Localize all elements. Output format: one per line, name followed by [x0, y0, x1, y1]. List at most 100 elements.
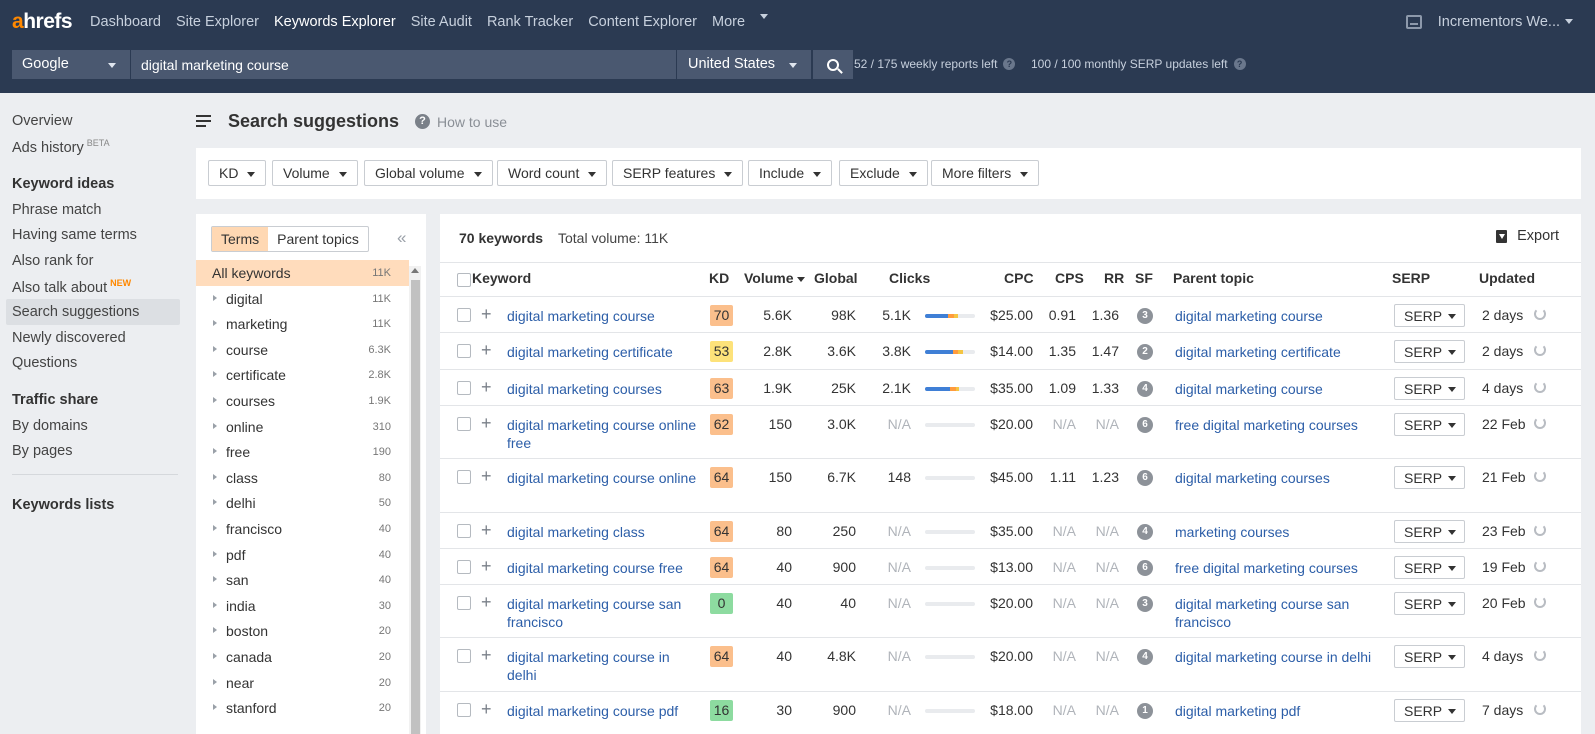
- col-serp[interactable]: SERP: [1392, 270, 1430, 286]
- term-item[interactable]: india 30: [196, 593, 409, 619]
- expand-arrow-icon[interactable]: [213, 704, 217, 711]
- search-button[interactable]: [813, 50, 853, 79]
- help-icon[interactable]: ?: [415, 114, 430, 129]
- filter-exclude[interactable]: Exclude: [839, 160, 928, 186]
- nav-link-content-explorer[interactable]: Content Explorer: [588, 14, 697, 30]
- country-select[interactable]: United States: [677, 50, 811, 79]
- sidebar-item-overview[interactable]: Overview: [12, 113, 72, 129]
- col-sf[interactable]: SF: [1135, 270, 1153, 286]
- term-item[interactable]: stanford 20: [196, 695, 409, 721]
- keyword-link[interactable]: digital marketing course online: [507, 469, 697, 487]
- sidebar-item-keywords-lists[interactable]: Keywords lists: [12, 497, 114, 513]
- add-to-list-icon[interactable]: +: [481, 378, 492, 396]
- term-item[interactable]: marketing 11K: [196, 311, 409, 337]
- term-item[interactable]: course 6.3K: [196, 337, 409, 363]
- col-global[interactable]: Global: [814, 270, 858, 286]
- add-to-list-icon[interactable]: +: [481, 414, 492, 432]
- nav-link-more[interactable]: More: [712, 14, 745, 30]
- add-to-list-icon[interactable]: +: [481, 557, 492, 575]
- export-button[interactable]: Export: [1496, 228, 1559, 244]
- serp-features-count[interactable]: 6: [1137, 560, 1153, 576]
- serp-features-count[interactable]: 2: [1137, 344, 1153, 360]
- serp-features-count[interactable]: 4: [1137, 524, 1153, 540]
- serp-dropdown[interactable]: SERP: [1394, 699, 1465, 722]
- collapse-panel-icon[interactable]: «: [397, 228, 406, 248]
- parent-topic-link[interactable]: digital marketing course san francisco: [1175, 595, 1380, 631]
- term-item[interactable]: francisco 40: [196, 516, 409, 542]
- row-checkbox[interactable]: [457, 560, 471, 574]
- expand-arrow-icon[interactable]: [213, 345, 217, 352]
- expand-arrow-icon[interactable]: [213, 550, 217, 557]
- refresh-icon[interactable]: [1534, 703, 1546, 715]
- add-to-list-icon[interactable]: +: [481, 341, 492, 359]
- term-item[interactable]: digital 11K: [196, 286, 409, 312]
- serp-dropdown[interactable]: SERP: [1394, 466, 1465, 489]
- filter-global-volume[interactable]: Global volume: [364, 160, 493, 186]
- scroll-up-arrow[interactable]: [411, 268, 419, 273]
- parent-topic-link[interactable]: digital marketing courses: [1175, 469, 1380, 487]
- serp-dropdown[interactable]: SERP: [1394, 340, 1465, 363]
- parent-topic-link[interactable]: digital marketing pdf: [1175, 702, 1380, 720]
- refresh-icon[interactable]: [1534, 344, 1546, 356]
- col-rr[interactable]: RR: [1104, 270, 1124, 286]
- sidebar-item-same-terms[interactable]: Having same terms: [12, 227, 137, 243]
- refresh-icon[interactable]: [1534, 381, 1546, 393]
- parent-topic-link[interactable]: digital marketing course in delhi: [1175, 648, 1380, 666]
- parent-topic-link[interactable]: digital marketing course: [1175, 380, 1380, 398]
- refresh-icon[interactable]: [1534, 417, 1546, 429]
- keyword-link[interactable]: digital marketing course pdf: [507, 702, 697, 720]
- parent-topic-link[interactable]: marketing courses: [1175, 523, 1380, 541]
- keyword-link[interactable]: digital marketing course online free: [507, 416, 697, 452]
- row-checkbox[interactable]: [457, 596, 471, 610]
- search-engine-select[interactable]: Google: [12, 50, 130, 79]
- refresh-icon[interactable]: [1534, 560, 1546, 572]
- col-clicks[interactable]: Clicks: [889, 270, 930, 286]
- expand-arrow-icon[interactable]: [213, 294, 217, 301]
- tab-terms[interactable]: Terms: [212, 227, 269, 251]
- sidebar-item-phrase-match[interactable]: Phrase match: [12, 202, 101, 218]
- row-checkbox[interactable]: [457, 308, 471, 322]
- term-item[interactable]: boston 20: [196, 618, 409, 644]
- parent-topic-link[interactable]: digital marketing course: [1175, 307, 1380, 325]
- help-icon[interactable]: ?: [1003, 58, 1016, 70]
- nav-link-keywords-explorer[interactable]: Keywords Explorer: [274, 14, 396, 30]
- term-item[interactable]: pdf 40: [196, 542, 409, 568]
- expand-arrow-icon[interactable]: [213, 678, 217, 685]
- row-checkbox[interactable]: [457, 417, 471, 431]
- col-cpc[interactable]: CPC: [1004, 270, 1034, 286]
- tab-parent-topics[interactable]: Parent topics: [268, 227, 368, 251]
- add-to-list-icon[interactable]: +: [481, 467, 492, 485]
- col-keyword[interactable]: Keyword: [472, 270, 531, 286]
- col-kd[interactable]: KD: [709, 270, 729, 286]
- add-to-list-icon[interactable]: +: [481, 593, 492, 611]
- serp-features-count[interactable]: 3: [1137, 596, 1153, 612]
- filter-kd[interactable]: KD: [208, 160, 267, 186]
- term-item[interactable]: canada 20: [196, 644, 409, 670]
- sidebar-item-questions[interactable]: Questions: [12, 355, 77, 371]
- expand-arrow-icon[interactable]: [213, 371, 217, 378]
- serp-dropdown[interactable]: SERP: [1394, 520, 1465, 543]
- serp-dropdown[interactable]: SERP: [1394, 592, 1465, 615]
- serp-features-count[interactable]: 1: [1137, 703, 1153, 719]
- row-checkbox[interactable]: [457, 703, 471, 717]
- filter-volume[interactable]: Volume: [272, 160, 358, 186]
- refresh-icon[interactable]: [1534, 596, 1546, 608]
- sidebar-item-search-suggestions[interactable]: Search suggestions: [12, 304, 139, 320]
- expand-arrow-icon[interactable]: [213, 397, 217, 403]
- ahrefs-logo[interactable]: ahrefs: [12, 10, 73, 34]
- serp-dropdown[interactable]: SERP: [1394, 413, 1465, 436]
- term-item[interactable]: certificate 2.8K: [196, 362, 409, 388]
- serp-dropdown[interactable]: SERP: [1394, 304, 1465, 327]
- filter-word-count[interactable]: Word count: [497, 160, 608, 186]
- add-to-list-icon[interactable]: +: [481, 305, 492, 323]
- add-to-list-icon[interactable]: +: [481, 521, 492, 539]
- inbox-icon[interactable]: [1405, 14, 1422, 29]
- expand-arrow-icon[interactable]: [213, 499, 217, 506]
- row-checkbox[interactable]: [457, 524, 471, 538]
- row-checkbox[interactable]: [457, 649, 471, 663]
- sidebar-item-also-talk-about[interactable]: Also talk about NEW: [12, 278, 131, 296]
- col-volume[interactable]: Volume: [744, 270, 805, 286]
- filter-serp-features[interactable]: SERP features: [612, 160, 744, 186]
- keyword-link[interactable]: digital marketing course san francisco: [507, 595, 697, 631]
- refresh-icon[interactable]: [1534, 308, 1546, 320]
